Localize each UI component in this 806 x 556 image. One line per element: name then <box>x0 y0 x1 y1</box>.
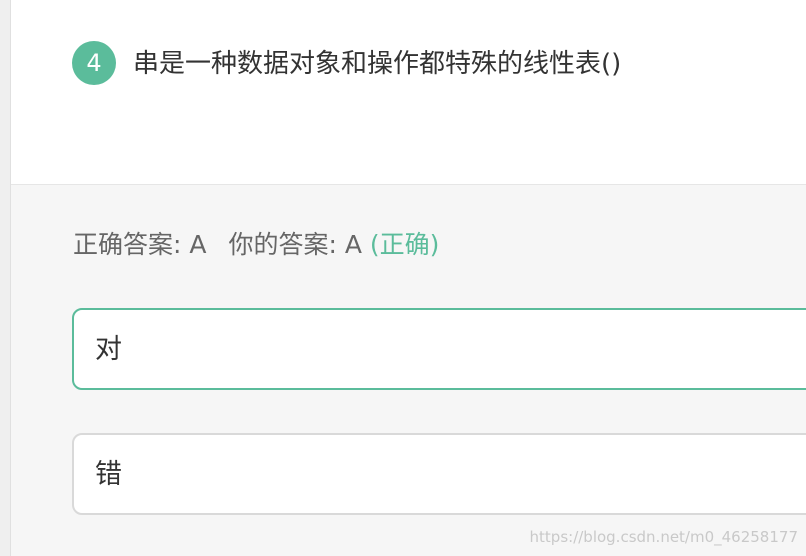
question-number-badge: 4 <box>72 41 116 85</box>
your-answer-value: A <box>344 230 362 259</box>
option-true-label: 对 <box>95 334 122 365</box>
answer-summary: 正确答案: A 你的答案: A (正确) <box>73 225 439 265</box>
question-card: 4 串是一种数据对象和操作都特殊的线性表() <box>11 0 806 185</box>
answer-result-badge: (正确) <box>369 230 440 259</box>
option-false[interactable]: 错 <box>72 433 806 515</box>
option-true[interactable]: 对 <box>72 308 806 390</box>
answer-panel: 正确答案: A 你的答案: A (正确) 对 错 https://blog.csd… <box>11 185 806 556</box>
option-false-label: 错 <box>95 459 122 490</box>
correct-answer-value: A <box>189 230 207 259</box>
correct-answer-label: 正确答案: <box>73 230 190 259</box>
quiz-page: 4 串是一种数据对象和操作都特殊的线性表() 正确答案: A 你的答案: A (正… <box>0 0 806 556</box>
your-answer-label: 你的答案: <box>228 230 345 259</box>
left-rail <box>0 0 11 556</box>
question-text: 串是一种数据对象和操作都特殊的线性表() <box>133 49 622 79</box>
watermark: https://blog.csdn.net/m0_46258177 <box>529 528 798 546</box>
